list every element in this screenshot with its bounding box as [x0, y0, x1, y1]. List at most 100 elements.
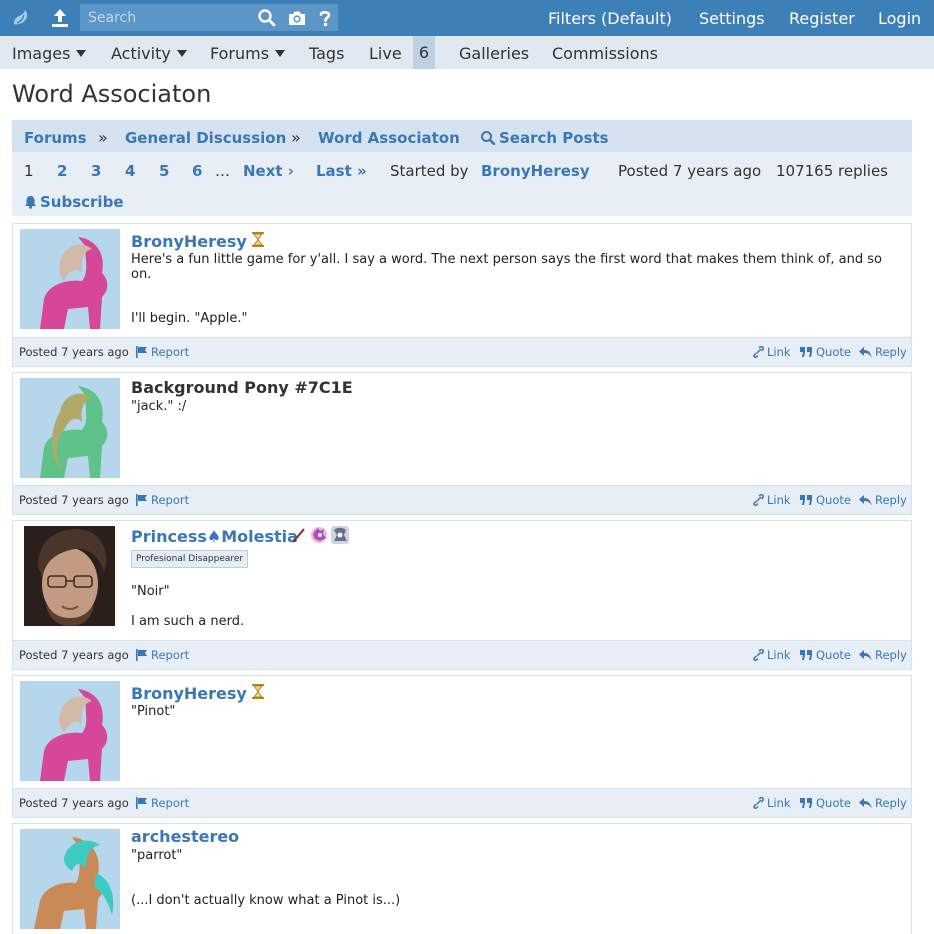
reply-link[interactable]: Reply: [859, 493, 907, 507]
link-link[interactable]: Link: [752, 345, 791, 359]
nav-tags[interactable]: Tags: [309, 44, 344, 63]
avatar[interactable]: [24, 526, 115, 626]
nav-activity[interactable]: Activity: [111, 44, 187, 63]
quote-link[interactable]: Quote: [800, 796, 851, 810]
reply-label: Reply: [875, 345, 907, 359]
register-link[interactable]: Register: [789, 9, 855, 28]
next-page-link[interactable]: Next ›: [243, 162, 294, 180]
started-by-label: Started by: [390, 162, 469, 180]
report-link[interactable]: Report: [135, 493, 189, 507]
page-link[interactable]: 6: [192, 162, 202, 180]
reply-icon: [859, 347, 872, 358]
live-count-badge[interactable]: 6: [413, 36, 435, 69]
search-form: [80, 4, 338, 31]
search-posts-link[interactable]: Search Posts: [480, 129, 609, 147]
page-link[interactable]: 4: [125, 162, 135, 180]
last-page-link[interactable]: Last »: [316, 162, 367, 180]
help-icon[interactable]: [315, 8, 335, 28]
topic-posted-time: Posted 7 years ago: [618, 162, 762, 180]
subscribe-label: Subscribe: [40, 193, 124, 211]
nav-images[interactable]: Images: [12, 44, 87, 63]
report-link[interactable]: Report: [135, 796, 189, 810]
page-link[interactable]: 3: [91, 162, 101, 180]
reply-count: 107165 replies: [776, 162, 888, 180]
quote-label: Quote: [816, 493, 851, 507]
user-title-badge: Profesional Disappearer: [131, 550, 249, 568]
post-body-text: "jack." :/: [131, 399, 187, 414]
nav-commissions[interactable]: Commissions: [552, 44, 658, 63]
page-link[interactable]: 5: [159, 162, 169, 180]
quote-icon: [800, 650, 812, 660]
search-input[interactable]: [80, 4, 250, 31]
camera-icon[interactable]: [287, 8, 307, 28]
quote-label: Quote: [816, 796, 851, 810]
topic-starter-link[interactable]: BronyHeresy: [481, 162, 590, 180]
caret-down-icon: [275, 50, 286, 57]
quote-link[interactable]: Quote: [800, 345, 851, 359]
page-link[interactable]: 2: [57, 162, 67, 180]
subscribe-button[interactable]: Subscribe: [24, 193, 124, 211]
flag-icon: [136, 346, 147, 358]
post-body-text: Here's a fun little game for y'all. I sa…: [131, 252, 882, 282]
upload-icon[interactable]: [48, 6, 72, 30]
breadcrumb-forums[interactable]: Forums: [24, 129, 87, 147]
nav-galleries[interactable]: Galleries: [459, 44, 529, 63]
report-label: Report: [151, 345, 190, 359]
paintbrush-badge-icon: [292, 528, 305, 543]
breadcrumb-separator: »: [98, 128, 108, 147]
post-body-text: I'll begin. "Apple.": [131, 311, 248, 326]
reply-link[interactable]: Reply: [859, 796, 907, 810]
reply-icon: [859, 650, 872, 661]
post-body-text: (...I don't actually know what a Pinot i…: [131, 893, 401, 908]
reply-label: Reply: [875, 493, 907, 507]
post-body-text: "Pinot": [131, 704, 176, 719]
post-author-link[interactable]: archestereo: [131, 827, 239, 846]
quote-link[interactable]: Quote: [800, 648, 851, 662]
search-icon[interactable]: [257, 8, 277, 28]
nav-live[interactable]: Live: [369, 44, 402, 63]
link-link[interactable]: Link: [752, 648, 791, 662]
current-page: 1: [24, 162, 34, 180]
reply-link[interactable]: Reply: [859, 648, 907, 662]
breadcrumb-topic[interactable]: Word Associaton: [318, 129, 460, 147]
post-author-link[interactable]: BronyHeresy: [131, 684, 247, 703]
report-label: Report: [151, 493, 190, 507]
post-author-link[interactable]: BronyHeresy: [131, 232, 247, 251]
site-logo-icon[interactable]: [11, 8, 31, 28]
hourglass-badge-icon: [252, 232, 264, 247]
avatar[interactable]: [20, 378, 120, 478]
reply-icon: [859, 495, 872, 506]
link-icon: [753, 797, 764, 809]
sub-navigation: Images Activity Forums Tags Live Galleri…: [0, 36, 934, 69]
post-author-link[interactable]: Princess♠Molestia: [131, 527, 298, 546]
quote-link[interactable]: Quote: [800, 493, 851, 507]
link-label: Link: [767, 345, 791, 359]
filters-link[interactable]: Filters (Default): [548, 9, 672, 28]
breadcrumb-general-discussion[interactable]: General Discussion: [125, 129, 286, 147]
post-timestamp: Posted 7 years ago: [19, 796, 129, 810]
avatar[interactable]: [20, 229, 120, 329]
post-footer: Posted 7 years ago Report Link Quote Rep…: [13, 485, 911, 514]
page-title: Word Associaton: [12, 80, 212, 108]
forum-post: Background Pony #7C1E "jack." :/ Posted …: [12, 372, 912, 515]
nav-forums-label: Forums: [210, 44, 270, 63]
reply-link[interactable]: Reply: [859, 345, 907, 359]
report-label: Report: [151, 796, 190, 810]
link-link[interactable]: Link: [752, 493, 791, 507]
post-footer: Posted 7 years ago Report Link Quote Rep…: [13, 640, 911, 669]
link-label: Link: [767, 648, 791, 662]
avatar[interactable]: [20, 829, 120, 929]
post-footer: Posted 7 years ago Report Link Quote Rep…: [13, 788, 911, 817]
post-body-text: "Noir": [131, 584, 170, 599]
forum-post: BronyHeresy "Pinot" Posted 7 years ago R…: [12, 675, 912, 818]
link-label: Link: [767, 493, 791, 507]
report-link[interactable]: Report: [135, 648, 189, 662]
flag-icon: [136, 649, 147, 661]
report-link[interactable]: Report: [135, 345, 189, 359]
flag-icon: [136, 494, 147, 506]
nav-forums[interactable]: Forums: [210, 44, 286, 63]
avatar[interactable]: [20, 681, 120, 781]
settings-link[interactable]: Settings: [699, 9, 765, 28]
login-link[interactable]: Login: [878, 9, 921, 28]
link-link[interactable]: Link: [752, 796, 791, 810]
